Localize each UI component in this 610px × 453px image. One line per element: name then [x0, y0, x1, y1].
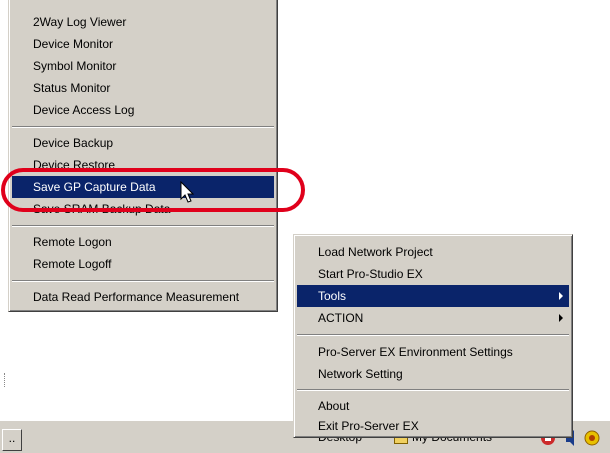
right-context-menu: Load Network Project Start Pro-Studio EX…: [293, 234, 573, 438]
menu-item-data-read-performance-measurement[interactable]: Data Read Performance Measurement: [12, 286, 274, 308]
menu-item-pro-server-ex-environment-settings[interactable]: Pro-Server EX Environment Settings: [297, 341, 569, 363]
menu-item-network-setting[interactable]: Network Setting: [297, 363, 569, 385]
menu-item-2way-log-viewer[interactable]: 2Way Log Viewer: [12, 11, 274, 33]
mouse-pointer-icon: [180, 181, 195, 203]
menu-separator: [297, 389, 569, 391]
menu-item-device-access-log[interactable]: Device Access Log: [12, 99, 274, 121]
menu-separator: [12, 126, 274, 128]
submenu-arrow-icon: [559, 314, 563, 322]
submenu-arrow-icon: [559, 292, 563, 300]
menu-separator: [297, 334, 569, 336]
menu-item-tools[interactable]: Tools: [297, 285, 569, 307]
menu-item-tools-label: Tools: [318, 289, 347, 303]
menu-item-status-monitor[interactable]: Status Monitor: [12, 77, 274, 99]
taskbar-button[interactable]: ..: [2, 429, 22, 451]
left-context-menu: 2Way Log Viewer Device Monitor Symbol Mo…: [8, 0, 278, 312]
menu-item-remote-logoff[interactable]: Remote Logoff: [12, 253, 274, 275]
menu-item-device-restore[interactable]: Device Restore: [12, 154, 274, 176]
menu-item-action-label: ACTION: [318, 311, 364, 325]
menu-item-about[interactable]: About: [297, 395, 569, 417]
menu-item-device-backup[interactable]: Device Backup: [12, 132, 274, 154]
menu-item-exit-pro-server-ex[interactable]: Exit Pro-Server EX: [297, 415, 569, 437]
menu-item-device-monitor[interactable]: Device Monitor: [12, 33, 274, 55]
menu-item-start-pro-studio-ex[interactable]: Start Pro-Studio EX: [297, 263, 569, 285]
dotted-divider: [4, 373, 7, 387]
menu-item-action[interactable]: ACTION: [297, 307, 569, 329]
menu-separator: [12, 280, 274, 282]
menu-item-save-gp-capture-data[interactable]: Save GP Capture Data: [12, 176, 274, 198]
menu-item-remote-logon[interactable]: Remote Logon: [12, 231, 274, 253]
menu-separator: [12, 225, 274, 227]
menu-item-symbol-monitor[interactable]: Symbol Monitor: [12, 55, 274, 77]
menu-item-load-network-project[interactable]: Load Network Project: [297, 241, 569, 263]
menu-item-save-sram-backup-data[interactable]: Save SRAM Backup Data: [12, 198, 274, 220]
